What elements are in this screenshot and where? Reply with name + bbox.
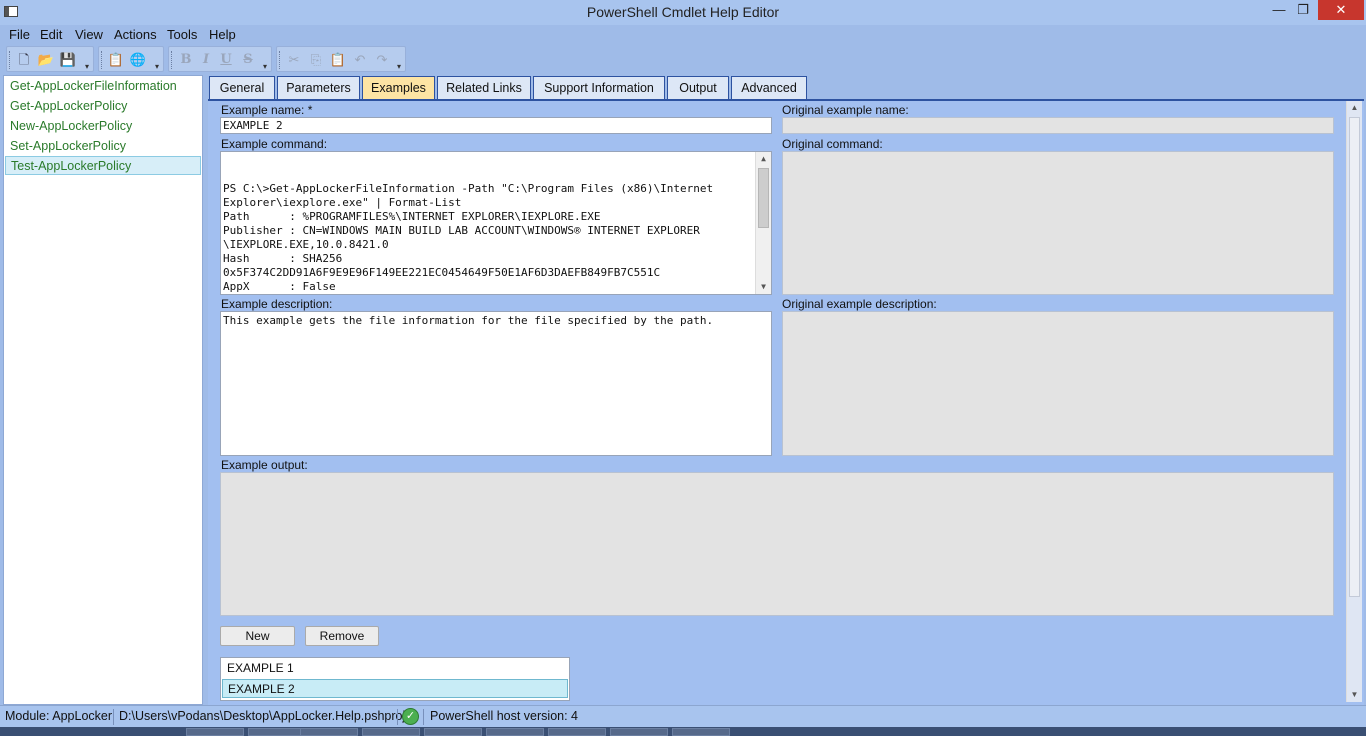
taskbar-button[interactable] <box>186 728 244 736</box>
toolbar-overflow-icon[interactable]: ▾ <box>395 63 403 71</box>
original-command-label: Original command: <box>782 137 883 151</box>
original-example-description-field <box>782 311 1334 456</box>
taskbar-button[interactable] <box>548 728 606 736</box>
menu-bar: File Edit View Actions Tools Help <box>0 25 1366 45</box>
maximize-button[interactable]: ❐ <box>1292 0 1314 20</box>
toolbar-grip[interactable] <box>101 51 104 69</box>
cmdlet-item-selected[interactable]: Test-AppLockerPolicy <box>5 156 201 175</box>
cmdlet-item[interactable]: New-AppLockerPolicy <box>5 117 201 136</box>
toolbar-file-group: 🗋 📂 💾 ▾ <box>6 46 94 72</box>
status-project-path: D:\Users\vPodans\Desktop\AppLocker.Help.… <box>119 709 406 723</box>
main-scrollbar[interactable]: ▲ ▼ <box>1346 101 1362 702</box>
tab-parameters[interactable]: Parameters <box>277 76 360 99</box>
strikethrough-icon[interactable]: S <box>239 51 257 69</box>
cut-icon[interactable]: ✂ <box>285 51 303 69</box>
tab-related-links[interactable]: Related Links <box>437 76 531 99</box>
paste-icon[interactable]: 📋 <box>329 51 347 69</box>
tab-output[interactable]: Output <box>667 76 729 99</box>
minimize-button[interactable]: — <box>1268 0 1290 20</box>
status-module: Module: AppLocker <box>5 709 113 723</box>
example-command-textarea[interactable]: PS C:\>Get-AppLockerFileInformation -Pat… <box>220 151 772 295</box>
command-scrollbar[interactable]: ▲ ▼ <box>755 152 771 294</box>
toolbar-grip[interactable] <box>9 51 12 69</box>
tab-support-information[interactable]: Support Information <box>533 76 665 99</box>
toolbar: 🗋 📂 💾 ▾ 📋 🌐 ▾ B I U S ▾ ✂ ⎘ 📋 ↶ ↷ ▾ <box>0 45 1366 74</box>
status-separator <box>397 709 398 725</box>
new-example-button[interactable]: New <box>220 626 295 646</box>
undo-icon[interactable]: ↶ <box>351 51 369 69</box>
new-file-icon[interactable]: 🗋 <box>15 51 33 69</box>
tab-advanced[interactable]: Advanced <box>731 76 807 99</box>
original-example-name-field <box>782 117 1334 134</box>
toolbar-overflow-icon[interactable]: ▾ <box>153 63 161 71</box>
example-name-label: Example name: * <box>221 103 313 117</box>
example-name-input[interactable]: EXAMPLE 2 <box>220 117 772 134</box>
title-bar: PowerShell Cmdlet Help Editor — ❐ ✕ <box>0 0 1366 25</box>
example-description-textarea[interactable]: This example gets the file information f… <box>220 311 772 456</box>
italic-icon[interactable]: I <box>197 51 215 69</box>
menu-actions[interactable]: Actions <box>114 27 157 42</box>
toolbar-tools-group: 📋 🌐 ▾ <box>98 46 164 72</box>
status-separator <box>423 709 424 725</box>
import-icon[interactable]: 📋 <box>107 51 125 69</box>
original-example-name-label: Original example name: <box>782 103 909 117</box>
menu-view[interactable]: View <box>75 27 103 42</box>
taskbar-button[interactable] <box>362 728 420 736</box>
window-title: PowerShell Cmdlet Help Editor <box>586 4 780 20</box>
taskbar-button[interactable] <box>672 728 730 736</box>
status-bar: Module: AppLocker D:\Users\vPodans\Deskt… <box>0 705 1366 727</box>
cmdlet-item[interactable]: Get-AppLockerPolicy <box>5 97 201 116</box>
check-ok-icon: ✓ <box>402 708 419 725</box>
save-icon[interactable]: 💾 <box>59 51 77 69</box>
tab-general[interactable]: General <box>209 76 275 99</box>
menu-file[interactable]: File <box>9 27 30 42</box>
scroll-thumb[interactable] <box>1349 117 1360 597</box>
example-command-label: Example command: <box>221 137 328 151</box>
status-host-version: PowerShell host version: 4 <box>430 709 578 723</box>
cmdlet-list[interactable]: Get-AppLockerFileInformation Get-AppLock… <box>3 75 203 705</box>
taskbar-button[interactable] <box>486 728 544 736</box>
toolbar-edit-group: ✂ ⎘ 📋 ↶ ↷ ▾ <box>276 46 406 72</box>
taskbar-button[interactable] <box>424 728 482 736</box>
original-command-field <box>782 151 1334 295</box>
toolbar-overflow-icon[interactable]: ▾ <box>83 63 91 71</box>
scroll-up-icon[interactable]: ▲ <box>756 152 771 166</box>
scroll-up-icon[interactable]: ▲ <box>1347 101 1362 115</box>
menu-help[interactable]: Help <box>209 27 236 42</box>
example-command-text: PS C:\>Get-AppLockerFileInformation -Pat… <box>223 182 714 293</box>
example-list[interactable]: EXAMPLE 1 EXAMPLE 2 <box>220 657 570 701</box>
remove-example-button[interactable]: Remove <box>305 626 379 646</box>
toolbar-grip[interactable] <box>171 51 174 69</box>
toolbar-format-group: B I U S ▾ <box>168 46 272 72</box>
underline-icon[interactable]: U <box>217 51 235 69</box>
cmdlet-item[interactable]: Get-AppLockerFileInformation <box>5 77 201 96</box>
status-separator <box>113 709 114 725</box>
taskbar-button[interactable] <box>248 728 306 736</box>
scroll-thumb[interactable] <box>758 168 769 228</box>
menu-edit[interactable]: Edit <box>40 27 62 42</box>
copy-icon[interactable]: ⎘ <box>307 51 325 69</box>
toolbar-grip[interactable] <box>279 51 282 69</box>
scroll-down-icon[interactable]: ▼ <box>756 280 771 294</box>
redo-icon[interactable]: ↷ <box>373 51 391 69</box>
globe-icon[interactable]: 🌐 <box>129 51 147 69</box>
scroll-down-icon[interactable]: ▼ <box>1347 688 1362 702</box>
cmdlet-item[interactable]: Set-AppLockerPolicy <box>5 137 201 156</box>
example-output-label: Example output: <box>221 458 308 472</box>
example-output-field <box>220 472 1334 616</box>
example-description-label: Example description: <box>221 297 333 311</box>
taskbar-button[interactable] <box>300 728 358 736</box>
close-button[interactable]: ✕ <box>1318 0 1364 20</box>
original-example-description-label: Original example description: <box>782 297 937 311</box>
toolbar-overflow-icon[interactable]: ▾ <box>261 63 269 71</box>
tab-examples[interactable]: Examples <box>362 76 435 99</box>
open-folder-icon[interactable]: 📂 <box>37 51 55 69</box>
example-list-item-selected[interactable]: EXAMPLE 2 <box>222 679 568 698</box>
taskbar-button[interactable] <box>610 728 668 736</box>
menu-tools[interactable]: Tools <box>167 27 197 42</box>
example-list-item[interactable]: EXAMPLE 1 <box>222 659 568 678</box>
bold-icon[interactable]: B <box>177 51 195 69</box>
taskbar <box>0 727 1366 736</box>
